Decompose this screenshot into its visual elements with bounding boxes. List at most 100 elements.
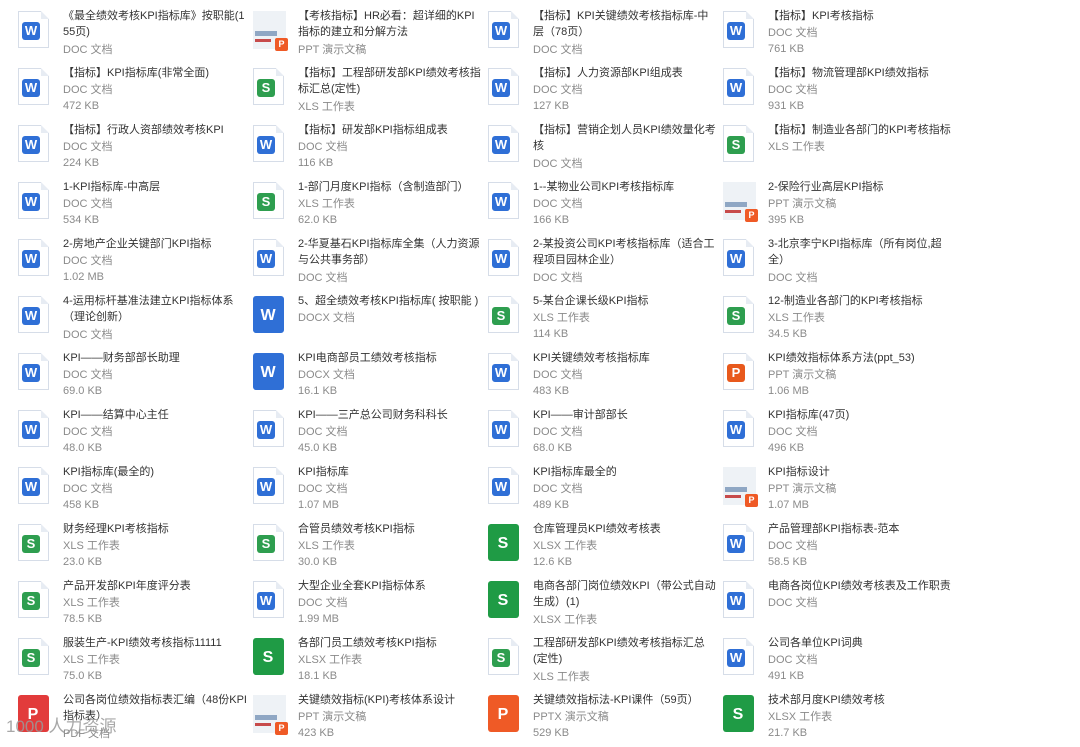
file-item[interactable]: S 1-部门月度KPI指标（含制造部门） XLS 工作表 62.0 KB xyxy=(253,177,488,234)
file-size: 58.5 KB xyxy=(768,556,808,568)
file-item[interactable]: W 2-房地产企业关键部门KPI指标 DOC 文档 1.02 MB xyxy=(18,234,253,291)
file-item[interactable]: W 【指标】营销企划人员KPI绩效量化考核 DOC 文档 xyxy=(488,120,723,177)
file-name: KPI指标库最全的 xyxy=(533,466,617,478)
file-item[interactable]: W 【指标】研发部KPI指标组成表 DOC 文档 116 KB xyxy=(253,120,488,177)
word-doc-icon: W xyxy=(488,239,521,277)
file-item[interactable]: S 5-某台企课长级KPI指标 XLS 工作表 114 KB xyxy=(488,291,723,348)
file-item[interactable]: W KPI指标库(47页) DOC 文档 496 KB xyxy=(723,405,958,462)
file-item[interactable]: S 服装生产-KPI绩效考核指标11111 XLS 工作表 75.0 KB xyxy=(18,633,253,690)
file-item[interactable]: P 2-保险行业高层KPI指标 PPT 演示文稿 395 KB xyxy=(723,177,958,234)
file-item[interactable]: W 【指标】KPI关键绩效考核指标库-中层（78页） DOC 文档 xyxy=(488,6,723,63)
file-item[interactable]: S 仓库管理员KPI绩效考核表 XLSX 工作表 12.6 KB xyxy=(488,519,723,576)
file-item[interactable]: W KPI——审计部部长 DOC 文档 68.0 KB xyxy=(488,405,723,462)
file-name: 【指标】KPI关键绩效考核指标库-中层（78页） xyxy=(533,10,709,38)
file-item[interactable]: P 关键绩效指标(KPI)考核体系设计 PPT 演示文稿 423 KB xyxy=(253,690,488,747)
file-name: 服装生产-KPI绩效考核指标11111 xyxy=(63,637,222,649)
file-item[interactable]: W 【指标】人力资源部KPI组成表 DOC 文档 127 KB xyxy=(488,63,723,120)
file-item[interactable]: W 【指标】行政人资部绩效考核KPI DOC 文档 224 KB xyxy=(18,120,253,177)
word-doc-icon: W xyxy=(253,581,286,619)
file-item[interactable]: P 关键绩效指标法-KPI课件（59页） PPTX 演示文稿 529 KB xyxy=(488,690,723,747)
file-item[interactable]: W 2-某投资公司KPI考核指标库（适合工程项目园林企业） DOC 文档 xyxy=(488,234,723,291)
file-item[interactable]: S 合管员绩效考核KPI指标 XLS 工作表 30.0 KB xyxy=(253,519,488,576)
file-item[interactable]: W 产品管理部KPI指标表-范本 DOC 文档 58.5 KB xyxy=(723,519,958,576)
word-doc-icon: W xyxy=(723,581,756,619)
file-size: 116 KB xyxy=(298,157,334,169)
file-meta: XLS 工作表 xyxy=(533,669,590,685)
file-item[interactable]: S 各部门员工绩效考核KPI指标 XLSX 工作表 18.1 KB xyxy=(253,633,488,690)
file-item[interactable]: W 2-华夏基石KPI指标库全集（人力资源与公共事务部） DOC 文档 xyxy=(253,234,488,291)
file-meta: DOC 文档 1.07 MB xyxy=(298,481,348,513)
file-item[interactable]: W KPI——三产总公司财务科科长 DOC 文档 45.0 KB xyxy=(253,405,488,462)
file-item[interactable]: P 【考核指标】HR必看：超详细的KPI指标的建立和分解方法 PPT 演示文稿 xyxy=(253,6,488,63)
file-type: DOC 文档 xyxy=(533,426,583,438)
file-item[interactable]: S 财务经理KPI考核指标 XLS 工作表 23.0 KB xyxy=(18,519,253,576)
file-item[interactable]: W 《最全绩效考核KPI指标库》按职能(155页) DOC 文档 xyxy=(18,6,253,63)
word-doc-icon: W xyxy=(253,353,286,391)
file-item[interactable]: S 【指标】工程部研发部KPI绩效考核指标汇总(定性) XLS 工作表 xyxy=(253,63,488,120)
file-item[interactable]: W 1--某物业公司KPI考核指标库 DOC 文档 166 KB xyxy=(488,177,723,234)
file-item[interactable]: W 4-运用标杆基准法建立KPI指标体系（理论创新） DOC 文档 xyxy=(18,291,253,348)
file-item[interactable]: S 产品开发部KPI年度评分表 XLS 工作表 78.5 KB xyxy=(18,576,253,633)
file-item[interactable]: W 电商各岗位KPI绩效考核表及工作职责 DOC 文档 xyxy=(723,576,958,633)
word-doc-icon: W xyxy=(488,467,521,505)
file-size: 48.0 KB xyxy=(63,442,103,454)
file-item[interactable]: S 【指标】制造业各部门的KPI考核指标 XLS 工作表 xyxy=(723,120,958,177)
file-name: 【指标】行政人资部绩效考核KPI xyxy=(63,124,224,136)
spreadsheet-icon: S xyxy=(253,68,286,106)
file-item[interactable]: W 大型企业全套KPI指标体系 DOC 文档 1.99 MB xyxy=(253,576,488,633)
file-name: 电商各岗位KPI绩效考核表及工作职责 xyxy=(768,580,951,592)
file-type: XLSX 工作表 xyxy=(533,540,598,552)
spreadsheet-icon: S xyxy=(488,296,521,334)
file-meta: PPT 演示文稿 395 KB xyxy=(768,196,836,228)
file-item[interactable]: W KPI——财务部部长助理 DOC 文档 69.0 KB xyxy=(18,348,253,405)
file-size: 1.06 MB xyxy=(768,385,809,397)
file-item[interactable]: S 12-制造业各部门的KPI考核指标 XLS 工作表 34.5 KB xyxy=(723,291,958,348)
file-grid: W 《最全绩效考核KPI指标库》按职能(155页) DOC 文档 P 【考核指标】HR必… xyxy=(18,6,958,747)
word-doc-icon: W xyxy=(488,68,521,106)
file-size: 483 KB xyxy=(533,385,570,397)
file-item[interactable]: P KPI指标设计 PPT 演示文稿 1.07 MB xyxy=(723,462,958,519)
presentation-thumbnail-icon: P xyxy=(253,695,288,735)
file-item[interactable]: W KPI——结算中心主任 DOC 文档 48.0 KB xyxy=(18,405,253,462)
file-type: PPT 演示文稿 xyxy=(768,483,837,495)
file-item[interactable]: W 【指标】物流管理部KPI绩效指标 DOC 文档 931 KB xyxy=(723,63,958,120)
word-doc-icon: W xyxy=(18,239,51,277)
file-item[interactable]: S 电商各部门岗位绩效KPI（带公式自动生成）(1) XLSX 工作表 xyxy=(488,576,723,633)
file-size: 1.07 MB xyxy=(768,499,809,511)
file-size: 395 KB xyxy=(768,214,805,226)
file-item[interactable]: W 3-北京李宁KPI指标库（所有岗位,超全） DOC 文档 xyxy=(723,234,958,291)
file-item[interactable]: W 1-KPI指标库-中高层 DOC 文档 534 KB xyxy=(18,177,253,234)
word-doc-icon: W xyxy=(723,68,756,106)
file-meta: PPT 演示文稿 1.07 MB xyxy=(768,481,836,513)
file-type: DOC 文档 xyxy=(63,44,113,56)
file-size: 1.99 MB xyxy=(298,613,339,625)
word-doc-icon: W xyxy=(253,239,286,277)
file-item[interactable]: W 公司各单位KPI词典 DOC 文档 491 KB xyxy=(723,633,958,690)
file-type: DOC 文档 xyxy=(63,369,113,381)
file-type: DOC 文档 xyxy=(768,540,818,552)
file-item[interactable]: W 【指标】KPI指标库(非常全面) DOC 文档 472 KB xyxy=(18,63,253,120)
file-meta: PPT 演示文稿 1.06 MB xyxy=(768,367,836,399)
file-item[interactable]: P KPI绩效指标体系方法(ppt_53) PPT 演示文稿 1.06 MB xyxy=(723,348,958,405)
file-type: PPT 演示文稿 xyxy=(298,711,367,723)
file-meta: DOC 文档 496 KB xyxy=(768,424,818,456)
file-item[interactable]: W KPI指标库 DOC 文档 1.07 MB xyxy=(253,462,488,519)
file-type: XLS 工作表 xyxy=(768,312,825,324)
file-item[interactable]: W KPI电商部员工绩效考核指标 DOCX 文档 16.1 KB xyxy=(253,348,488,405)
file-item[interactable]: W KPI指标库最全的 DOC 文档 489 KB xyxy=(488,462,723,519)
file-item[interactable]: S 技术部月度KPI绩效考核 XLSX 工作表 21.7 KB xyxy=(723,690,958,747)
file-name: 3-北京李宁KPI指标库（所有岗位,超全） xyxy=(768,238,942,266)
file-item[interactable]: W 5、超全绩效考核KPI指标库( 按职能 ) DOCX 文档 xyxy=(253,291,488,348)
file-type: XLS 工作表 xyxy=(63,540,120,552)
file-item[interactable]: W 【指标】KPI考核指标 DOC 文档 761 KB xyxy=(723,6,958,63)
spreadsheet-icon: S xyxy=(723,296,756,334)
file-item[interactable]: W KPI指标库(最全的) DOC 文档 458 KB xyxy=(18,462,253,519)
file-meta: XLS 工作表 75.0 KB xyxy=(63,652,120,684)
file-type: XLS 工作表 xyxy=(533,671,590,683)
presentation-thumbnail-icon: P xyxy=(723,467,758,507)
file-type: DOC 文档 xyxy=(533,198,583,210)
file-type: DOC 文档 xyxy=(298,272,348,284)
file-name: KPI电商部员工绩效考核指标 xyxy=(298,352,437,364)
file-item[interactable]: W KPI关键绩效考核指标库 DOC 文档 483 KB xyxy=(488,348,723,405)
file-item[interactable]: S 工程部研发部KPI绩效考核指标汇总(定性) XLS 工作表 xyxy=(488,633,723,690)
